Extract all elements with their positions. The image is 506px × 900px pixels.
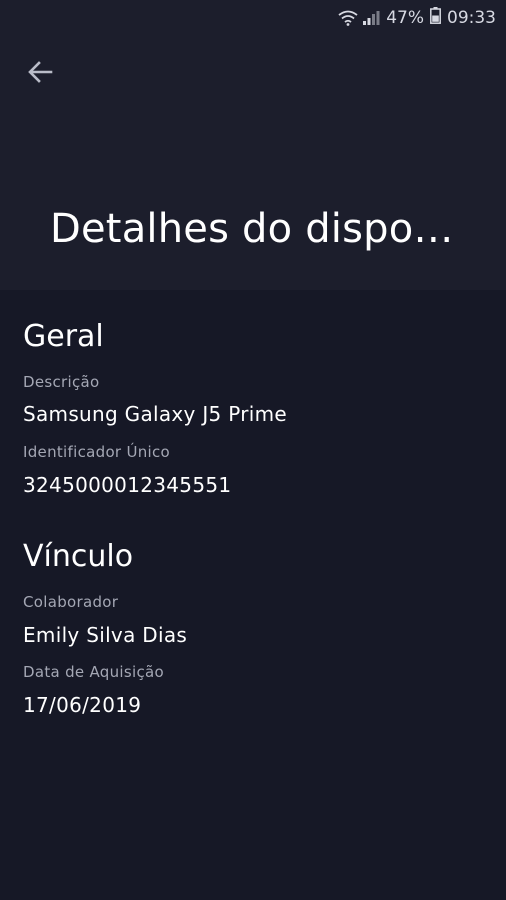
data-aquisicao-value: 17/06/2019 xyxy=(23,693,142,717)
descricao-label: Descrição xyxy=(23,373,100,391)
battery-icon xyxy=(430,7,441,29)
data-aquisicao-label: Data de Aquisição xyxy=(23,663,164,681)
battery-percent: 47% xyxy=(386,8,424,28)
back-button[interactable] xyxy=(22,58,58,90)
section-title-geral: Geral xyxy=(23,319,104,354)
clock: 09:33 xyxy=(447,8,496,28)
section-title-vinculo: Vínculo xyxy=(23,539,134,574)
signal-icon xyxy=(362,10,380,26)
device-details-screen: 47% 09:33 Detalhes do dispo… Geral Descr… xyxy=(0,0,506,900)
colaborador-label: Colaborador xyxy=(23,593,119,611)
page-title: Detalhes do dispo… xyxy=(50,206,454,252)
status-icons xyxy=(338,10,380,26)
descricao-value: Samsung Galaxy J5 Prime xyxy=(23,402,288,426)
wifi-icon xyxy=(338,10,358,26)
identificador-label: Identificador Único xyxy=(23,443,171,461)
app-bar: 47% 09:33 Detalhes do dispo… xyxy=(0,0,506,290)
colaborador-value: Emily Silva Dias xyxy=(23,623,188,647)
identificador-value: 3245000012345551 xyxy=(23,473,232,497)
status-bar: 47% 09:33 xyxy=(0,0,506,36)
arrow-left-icon xyxy=(27,60,53,88)
